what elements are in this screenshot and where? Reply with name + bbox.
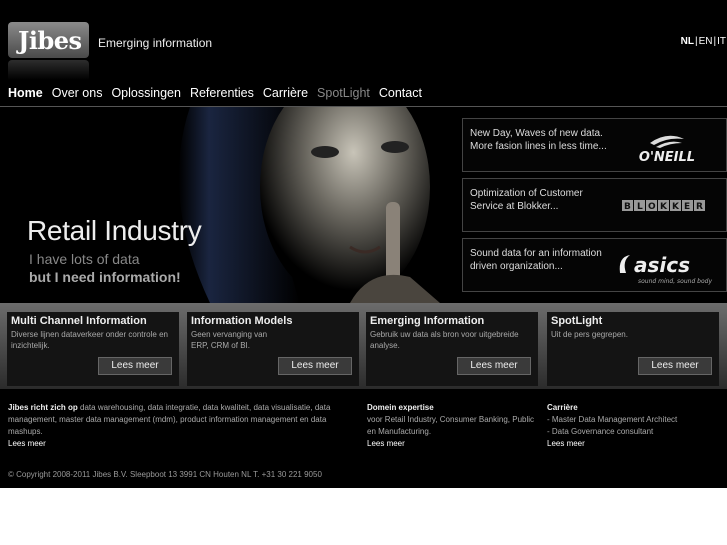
domain-text: voor Retail Industry, Consumer Banking, … [367,415,535,436]
nav-carriere[interactable]: Carrière [263,86,308,100]
promo-text: New Day, Waves of new data. More fasion … [470,128,607,152]
lang-en[interactable]: EN [699,36,713,47]
page: Jibes Emerging information NL|EN|IT Home… [0,0,727,488]
feature-box-emerging-information: Emerging Information Gebruik uw data als… [366,312,538,386]
box-title: Information Models [191,315,293,327]
promo-asics[interactable]: Sound data for an information driven org… [462,238,727,292]
main-nav: Home Over ons Oplossingen Referenties Ca… [8,86,422,100]
svg-text:O'NEILL: O'NEILL [639,150,695,163]
nav-oplossingen[interactable]: Oplossingen [111,86,181,100]
logo-reflection [8,60,89,80]
svg-text:K: K [672,202,680,212]
box-title: SpotLight [551,315,603,327]
lang-nl[interactable]: NL [681,36,694,47]
footer-col-services: Jibes richt zich op data warehousing, da… [8,402,360,450]
footer-col-careers: Carrière - Master Data Management Archit… [547,402,722,450]
svg-text:L: L [637,202,643,212]
blokker-logo: B L O K K E R [622,199,712,218]
career-item[interactable]: - Master Data Management Architect [547,414,722,426]
lees-meer-button[interactable]: Lees meer [98,357,172,375]
language-switcher: NL|EN|IT [680,36,726,47]
feature-box-information-models: Information Models Geen vervanging van E… [187,312,359,386]
nav-spotlight[interactable]: SpotLight [317,86,370,100]
box-description: Diverse lijnen dataverkeer onder control… [11,330,168,350]
svg-text:K: K [660,202,668,212]
logo-text: Jibes [18,26,82,55]
footer-col-domain: Domein expertise voor Retail Industry, C… [367,402,537,450]
feature-box-spotlight: SpotLight Uit de pers gegrepen. Lees mee… [547,312,719,386]
promo-oneill[interactable]: New Day, Waves of new data. More fasion … [462,118,727,172]
lees-meer-button[interactable]: Lees meer [278,357,352,375]
promo-blokker[interactable]: Optimization of Customer Service at Blok… [462,178,727,232]
svg-text:sound mind, sound body: sound mind, sound body [638,278,712,285]
domain-link[interactable]: Lees meer [367,438,537,450]
promo-text: Optimization of Customer Service at Blok… [470,188,583,212]
nav-home[interactable]: Home [8,86,43,100]
nav-over-ons[interactable]: Over ons [52,86,103,100]
hero-banner: Retail Industry I have lots of data but … [0,107,727,303]
services-link[interactable]: Lees meer [8,438,360,450]
nav-referenties[interactable]: Referenties [190,86,254,100]
lees-meer-button[interactable]: Lees meer [457,357,531,375]
box-description: Uit de pers gegrepen. [551,330,628,339]
careers-heading: Carrière [547,403,578,412]
box-title: Multi Channel Information [11,315,147,327]
svg-text:asics: asics [634,253,690,277]
promo-text: Sound data for an information driven org… [470,248,602,272]
feature-box-multi-channel: Multi Channel Information Diverse lijnen… [7,312,179,386]
lees-meer-button[interactable]: Lees meer [638,357,712,375]
copyright: © Copyright 2008-2011 Jibes B.V. Sleepbo… [8,470,322,479]
svg-text:B: B [624,202,631,212]
svg-text:E: E [684,202,690,212]
svg-text:R: R [696,202,703,212]
tagline: Emerging information [98,36,213,50]
career-item[interactable]: - Data Governance consultant [547,426,722,438]
hero-subtitle-2: but I need information! [29,269,181,285]
services-heading: Jibes richt zich op [8,403,78,412]
logo[interactable]: Jibes [8,22,89,58]
oneill-logo: O'NEILL [622,133,712,168]
box-title: Emerging Information [370,315,485,327]
nav-contact[interactable]: Contact [379,86,422,100]
woman-face-image [150,107,450,303]
hero-title: Retail Industry [27,215,202,246]
feature-strip: Multi Channel Information Diverse lijnen… [0,303,727,389]
lang-it[interactable]: IT [717,36,726,47]
box-description: Gebruik uw data als bron voor uitgebreid… [370,330,519,350]
box-description: Geen vervanging van ERP, CRM of BI. [191,330,268,350]
careers-link[interactable]: Lees meer [547,438,722,450]
hero-subtitle-1: I have lots of data [29,251,140,267]
svg-text:O: O [648,202,656,212]
asics-logo: asics sound mind, sound body [616,247,716,292]
domain-heading: Domein expertise [367,403,434,412]
